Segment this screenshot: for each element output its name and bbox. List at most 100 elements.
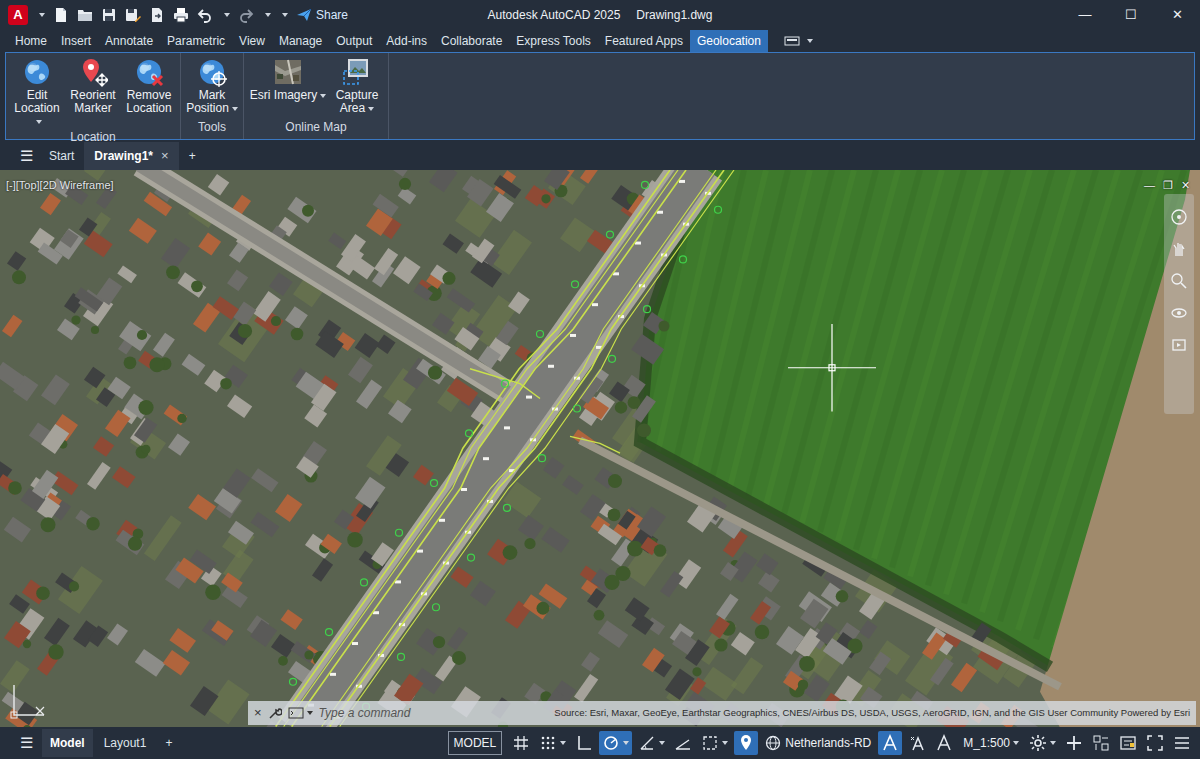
layout-tab[interactable]: Model: [42, 729, 93, 757]
showmotion-icon[interactable]: [1170, 336, 1188, 354]
geomarker-toggle[interactable]: [734, 731, 758, 755]
mark-position-button[interactable]: Mark Position: [185, 53, 239, 118]
remove-location-button[interactable]: Remove Location: [122, 53, 176, 128]
ribbon-tab[interactable]: Add-ins: [379, 30, 434, 52]
annot-scale-toggle[interactable]: [932, 731, 956, 755]
viewport-controls-label[interactable]: [-][Top][2D Wireframe]: [6, 177, 114, 194]
dropdown-caret-icon[interactable]: [36, 120, 42, 124]
ucs-icon: [8, 681, 48, 721]
ribbon-tab[interactable]: Geolocation: [690, 30, 768, 52]
dropdown-caret-icon[interactable]: [623, 741, 629, 745]
isodraft-toggle[interactable]: [635, 731, 668, 755]
quick-props-toggle[interactable]: [1116, 731, 1140, 755]
viewport-control-button[interactable]: ❐: [1163, 177, 1173, 194]
file-tab[interactable]: Drawing1* ×: [84, 142, 178, 170]
ribbon-tab[interactable]: Express Tools: [509, 30, 597, 52]
osnap-toggle[interactable]: [671, 731, 695, 755]
ribbon-tab[interactable]: Output: [329, 30, 379, 52]
file-tab-label[interactable]: Start: [49, 147, 74, 165]
minimize-button[interactable]: —: [1062, 0, 1108, 30]
selection-toggle[interactable]: [698, 731, 731, 755]
coordinate-system-button[interactable]: Netherlands-RD: [765, 734, 871, 752]
dropdown-caret-icon[interactable]: [232, 107, 238, 111]
dropdown-caret-icon[interactable]: [560, 741, 566, 745]
wrench-icon[interactable]: [268, 706, 282, 720]
command-input[interactable]: [319, 704, 549, 722]
dropdown-caret-icon[interactable]: [807, 39, 813, 43]
dropdown-caret-icon[interactable]: [659, 741, 665, 745]
steering-wheel-icon[interactable]: [1170, 208, 1188, 226]
open-icon[interactable]: [77, 7, 93, 23]
annot-visibility-icon: [881, 734, 899, 752]
file-tab-menu[interactable]: ☰: [14, 142, 39, 170]
layout-menu-button[interactable]: ☰: [14, 732, 39, 755]
ribbon-tab[interactable]: Annotate: [98, 30, 160, 52]
autoscale-toggle[interactable]: [905, 731, 929, 755]
close-tab-button[interactable]: ×: [161, 146, 169, 166]
model-space-button[interactable]: MODEL: [448, 731, 503, 755]
new-tab-button[interactable]: +: [179, 142, 206, 170]
undo-icon[interactable]: [197, 7, 213, 23]
maximize-button[interactable]: ☐: [1108, 0, 1154, 30]
drawing-viewport[interactable]: [-][Top][2D Wireframe]—❐✕×Source: Esri, …: [0, 170, 1200, 728]
annotation-scale-button[interactable]: M_1:500: [963, 734, 1019, 752]
share-button[interactable]: Share: [296, 6, 348, 24]
navigation-bar[interactable]: [1164, 194, 1194, 414]
ribbon-tab[interactable]: Parametric: [160, 30, 232, 52]
file-tab-label[interactable]: Drawing1*: [94, 147, 153, 165]
ribbon-tab[interactable]: Home: [8, 30, 54, 52]
dropdown-caret-icon[interactable]: [320, 94, 326, 98]
dropdown-caret-icon[interactable]: [307, 711, 313, 715]
workspace-toggle[interactable]: [1026, 731, 1059, 755]
fullscreen-toggle[interactable]: [1143, 731, 1167, 755]
ribbon-panel-area: Edit LocationReorient MarkerRemove Locat…: [5, 52, 1195, 140]
dropdown-caret-icon[interactable]: [368, 107, 374, 111]
snap-toggle[interactable]: [536, 731, 569, 755]
polar-toggle[interactable]: [599, 731, 632, 755]
ribbon-tab[interactable]: Collaborate: [434, 30, 509, 52]
ribbon-tab[interactable]: Featured Apps: [598, 30, 690, 52]
file-tab[interactable]: Start: [39, 142, 84, 170]
orbit-icon[interactable]: [1170, 304, 1188, 322]
redo-icon[interactable]: [238, 7, 254, 23]
ribbon-tab[interactable]: Manage: [272, 30, 329, 52]
esri-imagery-button[interactable]: Esri Imagery: [248, 53, 328, 118]
reorient-marker-button[interactable]: Reorient Marker: [66, 53, 120, 128]
share-label[interactable]: Share: [316, 6, 348, 24]
aerial-map[interactable]: [0, 170, 1200, 728]
add-layout-button[interactable]: +: [157, 729, 180, 757]
viewport-control-button[interactable]: —: [1144, 177, 1155, 194]
viewport-control-button[interactable]: ✕: [1181, 177, 1190, 194]
annot-monitor-toggle[interactable]: [1062, 731, 1086, 755]
dropdown-caret-icon[interactable]: [265, 13, 271, 17]
dropdown-caret-icon[interactable]: [224, 13, 230, 17]
publish-icon[interactable]: [149, 7, 165, 23]
dropdown-caret-icon[interactable]: [1050, 741, 1056, 745]
pan-icon[interactable]: [1170, 240, 1188, 258]
new-icon[interactable]: [53, 7, 69, 23]
ribbon-tab[interactable]: Insert: [54, 30, 98, 52]
ribbon-display-options[interactable]: [784, 30, 813, 52]
layout-tab[interactable]: Layout1: [96, 729, 155, 757]
close-button[interactable]: ✕: [1154, 0, 1200, 30]
capture-area-button[interactable]: Capture Area: [330, 53, 384, 118]
ribbon-tab[interactable]: View: [232, 30, 272, 52]
customize-toggle[interactable]: [1170, 731, 1194, 755]
close-command-line-button[interactable]: ×: [254, 703, 262, 723]
grid-toggle[interactable]: [509, 731, 533, 755]
app-logo[interactable]: A: [8, 5, 28, 25]
save-as-icon[interactable]: [125, 7, 141, 23]
plot-icon[interactable]: [173, 7, 189, 23]
recent-commands-button[interactable]: [288, 707, 313, 719]
annot-visibility-toggle[interactable]: [878, 731, 902, 755]
ortho-toggle[interactable]: [572, 731, 596, 755]
zoom-icon[interactable]: [1170, 272, 1188, 290]
units-toggle[interactable]: [1089, 731, 1113, 755]
save-icon[interactable]: [101, 7, 117, 23]
ribbon-panel: Esri ImageryCapture AreaOnline Map: [244, 53, 389, 139]
dropdown-caret-icon[interactable]: [39, 13, 45, 17]
dropdown-caret-icon[interactable]: [282, 13, 288, 17]
dropdown-caret-icon[interactable]: [1013, 741, 1019, 745]
edit-location-button[interactable]: Edit Location: [10, 53, 64, 128]
dropdown-caret-icon[interactable]: [722, 741, 728, 745]
